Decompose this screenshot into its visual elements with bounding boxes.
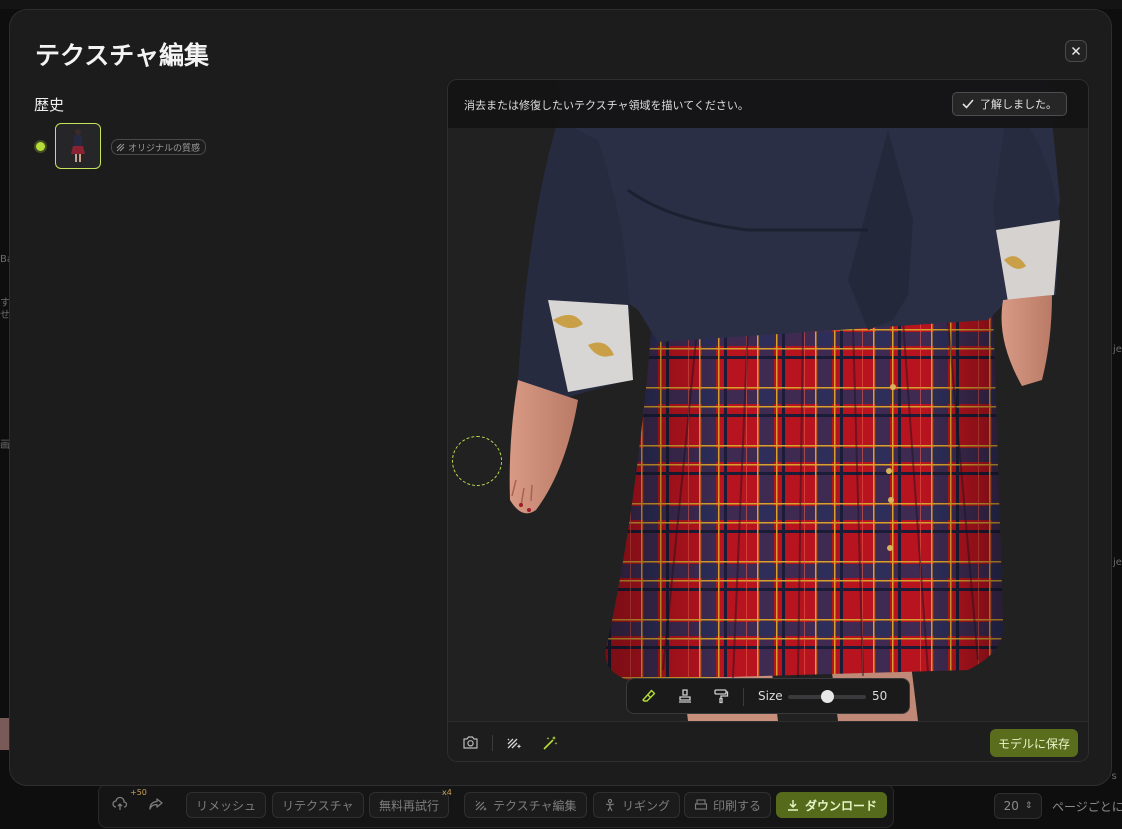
model-thumbnail-icon (71, 129, 85, 162)
history-thumbnail[interactable] (55, 123, 101, 169)
model-render (509, 80, 1060, 721)
texture-edit-button[interactable]: テクスチャ編集 (464, 792, 587, 818)
rigging-icon (605, 798, 615, 812)
viewport-footer: モデルに保存 (448, 721, 1088, 761)
remesh-button[interactable]: リメッシュ (186, 792, 267, 818)
share-icon[interactable] (148, 796, 164, 816)
palette-divider (743, 688, 744, 706)
background-swatch (0, 718, 9, 750)
upload-badge: +50 (130, 788, 147, 797)
download-button[interactable]: ダウンロード (776, 792, 888, 818)
rigging-button[interactable]: リギング (593, 792, 681, 818)
size-slider-thumb[interactable] (820, 690, 834, 703)
upload-icon[interactable] (112, 796, 128, 816)
history-heading: 歴史 (34, 96, 65, 114)
rigging-label: リギング (622, 798, 671, 813)
brush-tool-palette: Size 50 (626, 678, 910, 714)
camera-icon[interactable] (462, 734, 479, 751)
print-button[interactable]: 印刷する (684, 792, 772, 818)
paint-roller-icon[interactable] (713, 688, 729, 704)
chevron-updown-icon: ⇕ (1024, 801, 1033, 811)
hint-text: 消去または修復したいテクスチャ領域を描いてください。 (464, 99, 749, 112)
size-value: 50 (872, 689, 888, 703)
print-icon (694, 799, 708, 810)
retry-badge: x4 (442, 788, 452, 797)
page-size-label: ページごとに (1052, 800, 1122, 814)
size-label: Size (758, 689, 783, 703)
background-fragment: je (1113, 557, 1122, 568)
stamp-icon[interactable] (677, 688, 693, 704)
background-fragment: je (1113, 344, 1122, 355)
free-retry-button[interactable]: 無料再試行 (369, 792, 450, 818)
texture-edit-modal: テクスチャ編集 歴史 オリジナルの質感 消去または修復したいテクスチャ領域を描い… (9, 9, 1112, 786)
history-tag: オリジナルの質感 (111, 139, 207, 155)
texture-edit-label: テクスチャ編集 (493, 798, 577, 813)
save-to-model-button[interactable]: モデルに保存 (990, 729, 1079, 757)
history-tag-label: オリジナルの質感 (128, 143, 201, 154)
download-label: ダウンロード (805, 798, 878, 813)
texture-wand-icon (475, 800, 487, 811)
close-button[interactable] (1065, 40, 1087, 62)
background-top-strip (0, 0, 1122, 9)
hint-bar: 消去または修復したいテクスチャ領域を描いてください。 了解しました。 (448, 80, 1088, 128)
page-size-select[interactable]: 20 ⇕ (994, 793, 1042, 819)
texture-icon (116, 143, 125, 151)
acknowledge-button[interactable]: 了解しました。 (952, 92, 1067, 116)
page-size-value: 20 (1003, 799, 1019, 813)
print-label: 印刷する (713, 798, 762, 813)
close-icon (1071, 46, 1081, 56)
history-active-dot (36, 142, 45, 151)
download-icon (788, 800, 798, 811)
brush-cursor (452, 436, 502, 486)
footer-divider (492, 735, 493, 751)
eraser-icon[interactable] (641, 688, 657, 704)
magic-wand-icon[interactable] (542, 734, 559, 751)
modal-title: テクスチャ編集 (35, 41, 210, 70)
model-viewport[interactable]: 消去または修復したいテクスチャ領域を描いてください。 了解しました。 Size (447, 79, 1089, 762)
retexture-button[interactable]: リテクスチャ (272, 792, 364, 818)
check-icon (962, 99, 974, 109)
texture-wand-icon[interactable] (506, 734, 523, 751)
acknowledge-label: 了解しました。 (980, 98, 1057, 111)
